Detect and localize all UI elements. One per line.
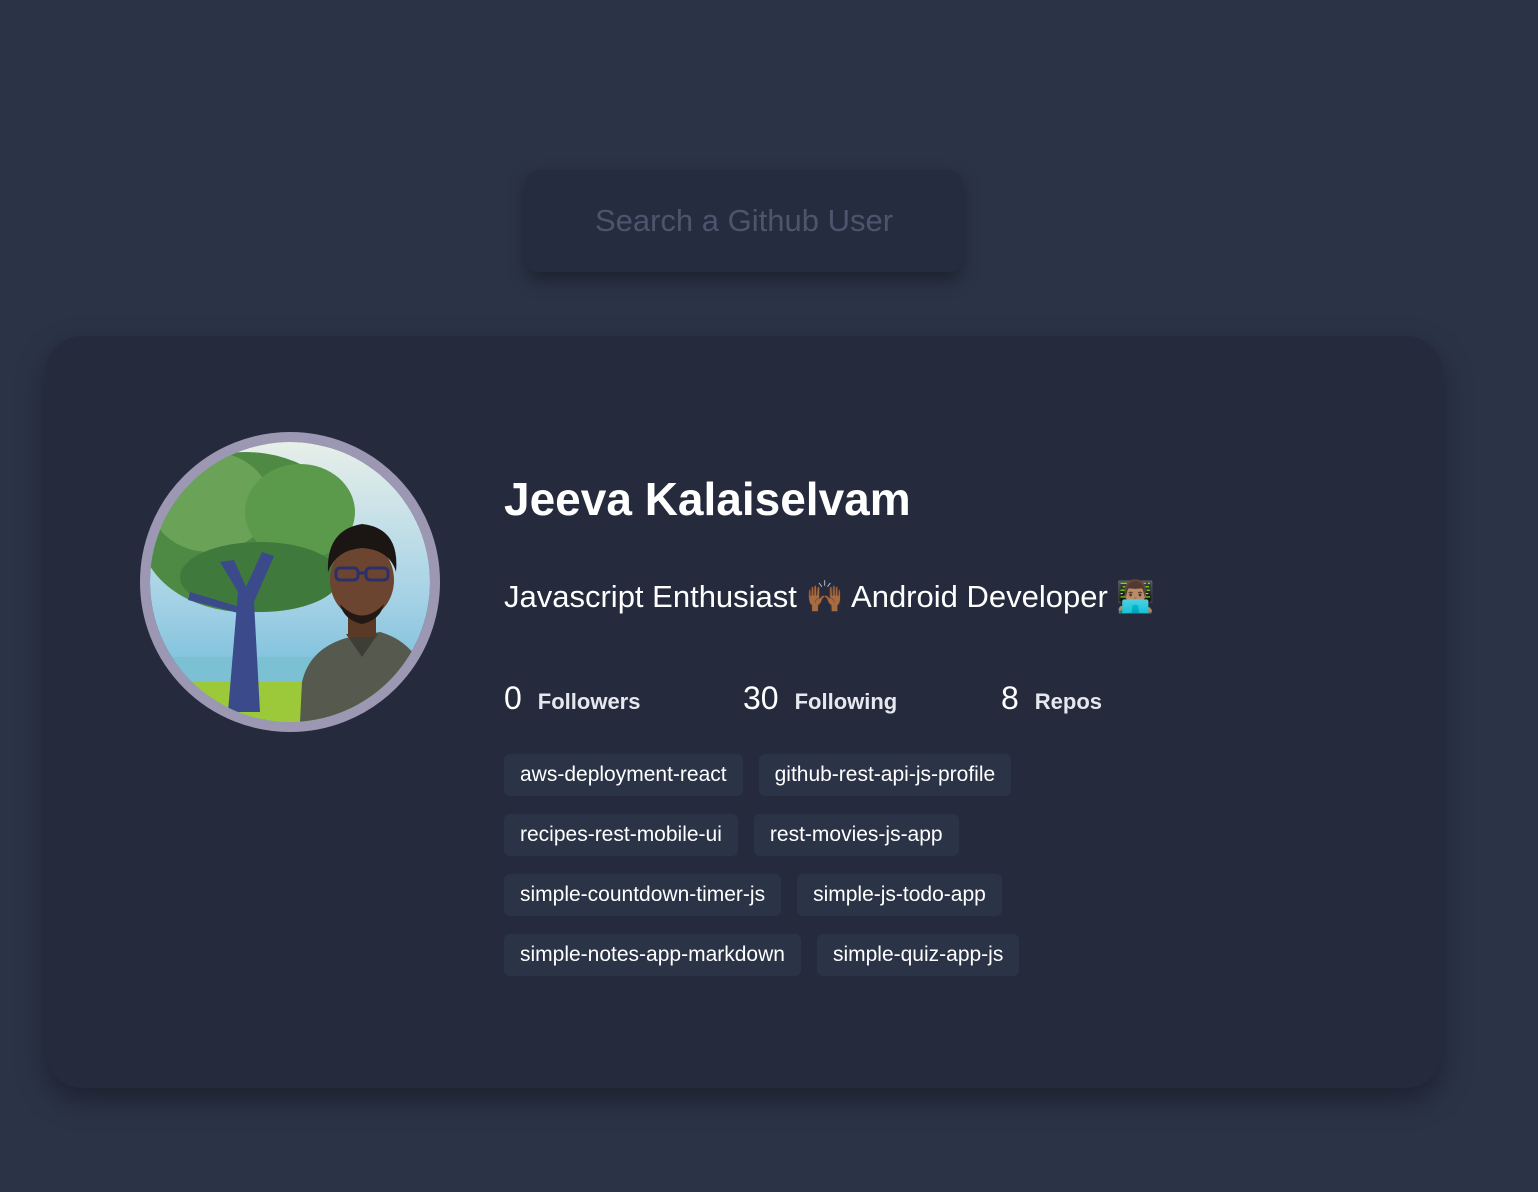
stat-following: 30 Following [743,680,1001,717]
repo-link[interactable]: simple-notes-app-markdown [504,934,801,976]
avatar-photo [150,442,430,722]
followers-count: 0 [504,680,522,716]
stat-repos: 8 Repos [1001,680,1102,717]
followers-label: Followers [537,689,641,714]
profile-bio: Javascript Enthusiast 🙌🏾 Android Develop… [504,579,1155,614]
repo-link[interactable]: simple-countdown-timer-js [504,874,782,916]
profile-name: Jeeva Kalaiselvam [504,473,911,525]
repo-link[interactable]: github-rest-api-js-profile [758,754,1012,796]
repo-link[interactable]: aws-deployment-react [504,754,743,796]
repo-link[interactable]: recipes-rest-mobile-ui [504,814,738,856]
search-form [526,170,962,272]
repos-count: 8 [1001,680,1019,716]
page: Jeeva Kalaiselvam Javascript Enthusiast … [0,0,1538,1192]
repo-list: aws-deployment-react github-rest-api-js-… [504,754,1144,976]
search-input[interactable] [542,202,946,240]
profile-card: Jeeva Kalaiselvam Javascript Enthusiast … [46,336,1442,1088]
stat-followers: 0 Followers [504,680,743,717]
avatar [140,432,440,732]
following-count: 30 [743,680,779,716]
repos-label: Repos [1034,689,1103,714]
following-label: Following [794,689,898,714]
repo-link[interactable]: simple-js-todo-app [797,874,1002,916]
profile-stats: 0 Followers 30 Following 8 Repos [504,680,1102,717]
repo-link[interactable]: simple-quiz-app-js [816,934,1020,976]
repo-link[interactable]: rest-movies-js-app [753,814,959,856]
